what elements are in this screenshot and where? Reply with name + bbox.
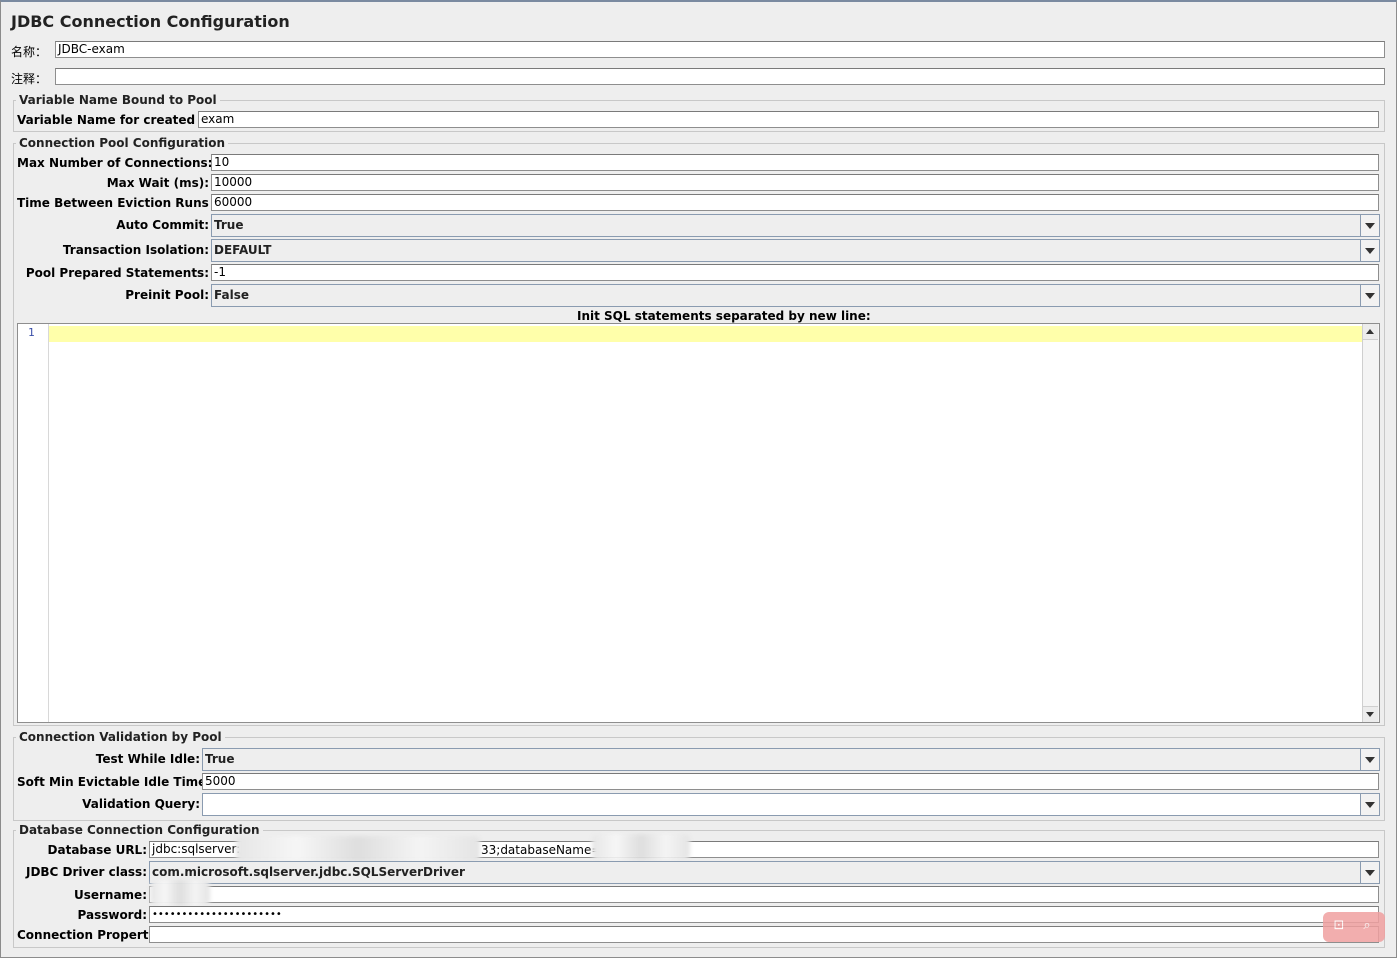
preinit-pool-label: Preinit Pool:: [125, 288, 209, 302]
prepared-statements-input[interactable]: -1: [211, 264, 1379, 281]
transaction-isolation-label: Transaction Isolation:: [62, 243, 209, 257]
soft-min-idle-label: Soft Min Evictable Idle Time(ms):: [17, 775, 242, 789]
max-connections-input[interactable]: 10: [211, 154, 1379, 171]
name-label: 名称：: [11, 45, 48, 59]
scroll-up-icon[interactable]: [1363, 324, 1378, 340]
chevron-down-icon[interactable]: [1360, 240, 1379, 261]
chevron-down-icon[interactable]: [1360, 862, 1379, 883]
jdbc-driver-value: com.microsoft.sqlserver.jdbc.SQLServerDr…: [152, 865, 465, 879]
database-url-middle: 33;databaseName=: [481, 843, 602, 857]
username-input[interactable]: [149, 886, 1379, 903]
comment-label: 注释：: [11, 72, 48, 86]
variable-name-group-title: Variable Name Bound to Pool: [16, 93, 220, 107]
scroll-down-icon[interactable]: [1363, 706, 1378, 722]
connection-validation-group-title: Connection Validation by Pool: [16, 730, 225, 744]
validation-query-select[interactable]: [202, 793, 1380, 816]
preinit-pool-value: False: [214, 288, 249, 302]
password-input[interactable]: ••••••••••••••••••••••: [149, 906, 1379, 923]
pool-variable-input[interactable]: exam: [198, 111, 1379, 128]
username-label: Username:: [73, 888, 147, 902]
connection-properties-label: Connection Properties:: [17, 928, 173, 942]
redacted-host: [236, 836, 480, 862]
test-while-idle-select[interactable]: True: [202, 748, 1380, 771]
connection-properties-input[interactable]: [149, 926, 1379, 943]
validation-query-label: Validation Query:: [82, 797, 200, 811]
password-label: Password:: [77, 908, 148, 922]
chevron-down-icon[interactable]: [1360, 285, 1379, 306]
test-while-idle-value: True: [205, 752, 235, 766]
test-while-idle-label: Test While Idle:: [95, 752, 200, 766]
preinit-pool-select[interactable]: False: [211, 284, 1380, 307]
editor-scrollbar[interactable]: [1362, 324, 1379, 722]
prepared-statements-label: Pool Prepared Statements:: [25, 266, 209, 280]
max-wait-input[interactable]: 10000: [211, 174, 1379, 191]
max-wait-label: Max Wait (ms):: [106, 176, 209, 190]
auto-commit-label: Auto Commit:: [116, 218, 209, 232]
init-sql-editor[interactable]: 1: [17, 323, 1380, 723]
max-connections-label: Max Number of Connections:: [17, 156, 213, 170]
database-url-prefix: jdbc:sqlserver:/: [152, 842, 245, 856]
connection-pool-group-title: Connection Pool Configuration: [16, 136, 229, 150]
line-number-gutter: 1: [18, 324, 49, 722]
chevron-down-icon[interactable]: [1360, 215, 1379, 236]
chevron-down-icon[interactable]: [1360, 794, 1379, 815]
translate-icon[interactable]: ⊡: [1331, 918, 1347, 934]
redacted-username: [150, 880, 210, 906]
name-input[interactable]: JDBC-exam: [55, 41, 1385, 58]
init-sql-label: Init SQL statements separated by new lin…: [577, 309, 871, 323]
soft-min-idle-input[interactable]: 5000: [202, 773, 1379, 790]
chevron-down-icon[interactable]: [1360, 749, 1379, 770]
comment-input[interactable]: [55, 68, 1385, 85]
eviction-runs-label: Time Between Eviction Runs (ms):: [17, 196, 249, 210]
auto-commit-select[interactable]: True: [211, 214, 1380, 237]
jdbc-driver-select[interactable]: com.microsoft.sqlserver.jdbc.SQLServerDr…: [149, 861, 1380, 884]
floating-tool-widget[interactable]: ⊡ ⌕: [1323, 912, 1385, 942]
line-number: 1: [28, 326, 35, 339]
database-connection-group-title: Database Connection Configuration: [16, 823, 263, 837]
search-icon[interactable]: ⌕: [1359, 918, 1375, 934]
redacted-database-name: [592, 834, 690, 860]
page-title: JDBC Connection Configuration: [11, 12, 290, 31]
transaction-isolation-select[interactable]: DEFAULT: [211, 239, 1380, 262]
eviction-runs-input[interactable]: 60000: [211, 194, 1379, 211]
current-line-highlight: [49, 326, 1363, 342]
database-url-label: Database URL:: [47, 843, 147, 857]
transaction-isolation-value: DEFAULT: [214, 243, 272, 257]
auto-commit-value: True: [214, 218, 244, 232]
jdbc-driver-label: JDBC Driver class:: [25, 865, 147, 879]
